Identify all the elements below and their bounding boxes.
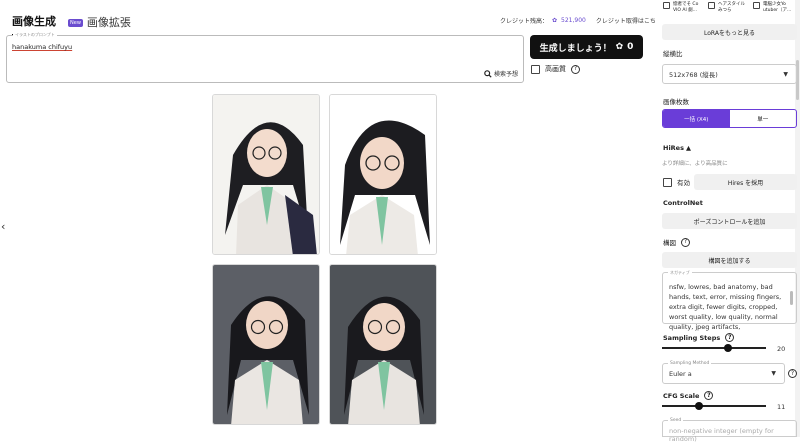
generate-cost: 0 — [627, 42, 634, 52]
sampling-method-legend: Sampling Method — [668, 361, 712, 366]
lora-label-2: ヘアスタイル みつら — [718, 2, 745, 13]
lora-option-3: 電脳少女Yo utuber（ア... — [753, 2, 795, 14]
aspect-select[interactable]: 512x768 (縦長) ▼ — [662, 64, 797, 84]
help-icon[interactable]: ? — [788, 369, 797, 378]
hq-label: 高画質 — [545, 65, 566, 73]
credit-icon: ✿ — [615, 42, 624, 52]
negative-prompt-text[interactable]: nsfw, lowres, bad anatomy, bad hands, te… — [669, 282, 783, 332]
help-icon[interactable]: ? — [681, 237, 690, 247]
hires-enable-label: 有効 — [677, 179, 690, 187]
tab-image-upscale-label: 画像拡張 — [86, 16, 131, 29]
sampling-steps-value: 20 — [777, 345, 786, 353]
lora-checkbox-2[interactable] — [708, 2, 715, 9]
credit-link[interactable]: クレジット取得はこちら — [596, 16, 662, 25]
cfg-slider[interactable] — [662, 402, 766, 410]
generated-image-2[interactable] — [329, 94, 437, 255]
hires-header: HiRes ▲ — [663, 144, 691, 152]
sampling-steps-slider[interactable] — [662, 344, 766, 352]
lora-checkbox-1[interactable] — [663, 2, 670, 9]
search-prediction-label: 検索予想 — [493, 71, 518, 78]
hires-checkbox[interactable] — [663, 177, 672, 187]
generated-image-3[interactable] — [212, 264, 320, 425]
help-icon[interactable]: ? — [571, 64, 580, 74]
cfg-value: 11 — [777, 403, 786, 411]
lora-more-button[interactable]: LoRAをもっと見る — [662, 24, 797, 40]
flask-icon: ▲ — [685, 144, 691, 152]
credit-label: クレジット残高： — [500, 18, 549, 25]
add-pose-control-button[interactable]: ポーズコントロールを追加 — [662, 213, 797, 229]
help-icon[interactable]: ? — [704, 391, 714, 400]
controlnet-label: ControlNet — [663, 199, 703, 207]
sampling-steps-label: Sampling Steps — [663, 333, 721, 342]
lora-checkbox-3[interactable] — [753, 2, 760, 9]
cfg-label: CFG Scale — [663, 391, 700, 400]
image-count-label: 画像枚数 — [663, 98, 689, 106]
prompt-input[interactable]: イラストのプロンプト hanakuma chifuyu 検索予想 — [6, 32, 524, 83]
hires-hint: より詳細に、より高品質に — [662, 161, 728, 167]
seed-placeholder: non-negative integer (empty for random) — [669, 427, 774, 443]
seed-legend: Seed — [668, 418, 684, 423]
lora-label-3: 電脳少女Yo utuber（ア... — [763, 2, 792, 13]
aspect-label: 縦横比 — [663, 50, 683, 58]
generated-image-4[interactable] — [329, 264, 437, 425]
composition-label: 構図 — [663, 239, 676, 247]
aspect-value: 512x768 (縦長) — [669, 71, 718, 79]
credit-icon: ✿ — [552, 17, 558, 24]
help-icon[interactable]: ? — [725, 333, 735, 342]
cfg-header: CFG Scale ? — [663, 391, 714, 400]
credits-bar: クレジット残高： ✿ 521,900 クレジット取得はこちら ? — [500, 16, 675, 25]
chevron-down-icon: ▼ — [771, 370, 776, 377]
count-option-batch[interactable]: 一括 (X4) — [663, 110, 730, 127]
add-composition-button[interactable]: 構図を追加する — [662, 252, 797, 268]
negative-prompt-input[interactable]: ネガティブ nsfw, lowres, bad anatomy, bad han… — [662, 270, 797, 331]
seed-input[interactable]: Seed non-negative integer (empty for ran… — [662, 418, 797, 443]
composition-header: 構図 ? — [663, 237, 690, 247]
search-prediction-button[interactable]: 検索予想 — [484, 69, 518, 78]
sampling-method-select[interactable]: Sampling Method Euler a ▼ — [662, 361, 785, 384]
image-count-toggle: 一括 (X4) 単一 — [662, 109, 797, 128]
hires-label: HiRes — [663, 144, 684, 152]
sampling-steps-header: Sampling Steps ? — [663, 333, 735, 342]
textarea-scrollbar[interactable] — [790, 291, 793, 305]
generate-label: 生成しましょう！ — [539, 43, 612, 54]
hires-enable: 有効 — [663, 177, 690, 187]
sampling-method-value: Euler a — [669, 369, 692, 378]
search-icon — [484, 69, 492, 78]
count-option-single[interactable]: 単一 — [730, 110, 797, 127]
lora-option-1: 惚者でそ Co VIO Al 劇... — [663, 2, 703, 14]
lora-option-2: ヘアスタイル みつら — [708, 2, 750, 14]
generate-button[interactable]: 生成しましょう！ ✿ 0 — [530, 35, 643, 59]
negative-legend: ネガティブ — [668, 270, 692, 276]
hires-apply-button[interactable]: Hires を採用 — [694, 174, 797, 190]
new-badge: New — [68, 19, 83, 27]
lora-label-1: 惚者でそ Co VIO Al 劇... — [673, 2, 699, 13]
prompt-text[interactable]: hanakuma chifuyu — [12, 43, 72, 51]
chevron-down-icon: ▼ — [783, 70, 788, 78]
hq-checkbox[interactable] — [531, 64, 540, 74]
tab-image-upscale[interactable]: New 画像拡張 — [68, 14, 131, 35]
hq-option: 高画質 ? — [531, 64, 580, 74]
chevron-left-icon[interactable]: ‹ — [1, 220, 5, 233]
generated-image-1[interactable] — [212, 94, 320, 255]
prompt-legend: イラストのプロンプト — [13, 32, 57, 38]
credit-value: 521,900 — [561, 17, 586, 24]
sampling-steps-knob[interactable] — [723, 344, 732, 352]
